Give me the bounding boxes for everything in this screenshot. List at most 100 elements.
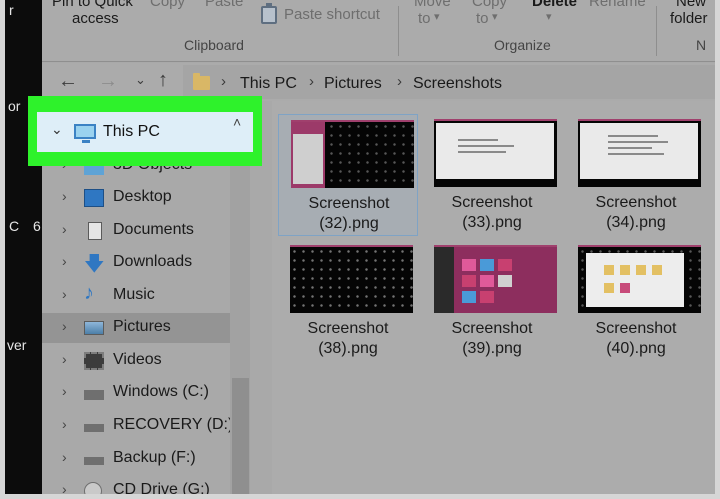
nav-item-pictures[interactable]: › Pictures: [42, 313, 230, 343]
delete-button[interactable]: Delete: [532, 0, 577, 10]
file-list: Screenshot(32).png Screenshot(33).png: [272, 101, 715, 494]
nav-item-videos[interactable]: › Videos: [42, 346, 230, 376]
recent-locations-chevron-icon[interactable]: ⌄: [135, 72, 146, 88]
file-name: Screenshot (39).png: [451, 320, 533, 357]
nav-item-documents[interactable]: › Documents: [42, 216, 230, 246]
copy-to-sublabel: to: [476, 10, 489, 27]
expand-chevron-icon[interactable]: ›: [62, 449, 67, 465]
desktop-background: r or C 6 ver: [5, 0, 46, 494]
breadcrumb-pictures[interactable]: Pictures: [324, 75, 382, 93]
copy-to-dropdown-icon[interactable]: ▾: [492, 10, 498, 23]
nav-item-cd-drive-g[interactable]: › CD Drive (G:): [42, 476, 230, 494]
ribbon: Pin to Quick access Copy Paste Paste sho…: [42, 0, 715, 62]
file-item[interactable]: Screenshot (38).png: [278, 240, 418, 362]
move-to-button[interactable]: Move: [414, 0, 451, 10]
forward-arrow-icon[interactable]: →: [98, 70, 118, 93]
pin-to-quick-access-sublabel: access: [72, 10, 119, 27]
desktop-text-fragment: C: [9, 218, 20, 234]
nav-item-label: CD Drive (G:): [113, 481, 210, 494]
nav-item-label: Pictures: [113, 318, 171, 335]
file-name: Screenshot (33).png: [451, 194, 533, 231]
file-name: Screenshot (38).png: [307, 320, 389, 357]
nav-item-label: Documents: [113, 221, 194, 238]
nav-item-label: Windows (C:): [113, 383, 210, 400]
desktop-text-fragment: r: [9, 2, 14, 18]
nav-item-recovery-d[interactable]: › RECOVERY (D:): [42, 411, 234, 441]
file-name: Screenshot (34).png: [595, 194, 677, 231]
file-item[interactable]: Screenshot (39).png: [422, 240, 562, 362]
navpane-scrollbar-thumb[interactable]: [232, 378, 249, 494]
nav-item-windows-c[interactable]: › Windows (C:): [42, 378, 230, 408]
nav-item-this-pc[interactable]: ⌄ This PC ˄: [37, 112, 253, 152]
copy-button[interactable]: Copy: [150, 0, 185, 10]
up-arrow-icon[interactable]: ↑: [158, 69, 168, 92]
file-item[interactable]: Screenshot (34).png: [566, 114, 706, 236]
thumbnail-image: [434, 245, 557, 313]
drive-icon: [84, 424, 104, 432]
nav-item-music[interactable]: › ♪ Music: [42, 281, 230, 311]
paste-button[interactable]: Paste: [205, 0, 243, 10]
file-item[interactable]: Screenshot (32).png: [278, 114, 418, 236]
expand-chevron-icon[interactable]: ›: [62, 253, 67, 269]
move-to-dropdown-icon[interactable]: ▾: [434, 10, 440, 23]
expand-chevron-icon[interactable]: ›: [62, 318, 67, 334]
breadcrumb-this-pc[interactable]: This PC: [240, 75, 297, 93]
documents-icon: [88, 222, 102, 240]
thumbnail-image: [291, 120, 414, 188]
breadcrumb-separator-icon[interactable]: ›: [221, 73, 226, 90]
file-name: Screenshot (40).png: [595, 320, 677, 357]
file-name: Screenshot (32).png: [308, 195, 390, 232]
clipboard-group-label: Clipboard: [184, 37, 244, 53]
new-group-label: N: [696, 37, 707, 53]
downloads-icon: 🡇: [84, 253, 105, 275]
rename-button[interactable]: Rename: [589, 0, 646, 10]
expand-chevron-icon[interactable]: ›: [62, 188, 67, 204]
desktop-text-fragment: or: [8, 98, 21, 114]
nav-item-downloads[interactable]: › 🡇 Downloads: [42, 248, 230, 278]
nav-item-label: Backup (F:): [113, 449, 196, 466]
new-folder-button[interactable]: New: [676, 0, 706, 10]
expand-chevron-icon[interactable]: ›: [62, 351, 67, 367]
nav-item-desktop[interactable]: › Desktop: [42, 183, 230, 213]
nav-item-label: RECOVERY (D:): [113, 416, 234, 433]
delete-dropdown-icon[interactable]: ▾: [546, 10, 552, 23]
nav-item-label: Desktop: [113, 188, 172, 205]
expand-chevron-icon[interactable]: ›: [62, 286, 67, 302]
videos-icon: [84, 352, 104, 370]
windows-drive-icon: [84, 390, 104, 400]
expand-chevron-icon[interactable]: ›: [62, 481, 67, 494]
expand-chevron-icon[interactable]: ›: [62, 383, 67, 399]
drive-icon: [84, 457, 104, 465]
music-icon: ♪: [84, 282, 94, 304]
move-to-sublabel: to: [418, 10, 431, 27]
computer-icon: [74, 124, 96, 143]
breadcrumb-separator-icon[interactable]: ›: [309, 73, 314, 90]
nav-item-label: Music: [113, 286, 155, 303]
paste-shortcut-button[interactable]: Paste shortcut: [284, 6, 380, 23]
nav-item-label: Videos: [113, 351, 162, 368]
folder-icon: [193, 73, 210, 90]
breadcrumb-screenshots[interactable]: Screenshots: [413, 75, 502, 93]
paste-shortcut-icon: [261, 3, 277, 24]
back-arrow-icon[interactable]: ←: [58, 70, 78, 93]
thumbnail-image: [578, 119, 701, 187]
copy-to-button[interactable]: Copy: [472, 0, 507, 10]
nav-item-backup-f[interactable]: › Backup (F:): [42, 444, 230, 474]
address-bar[interactable]: › This PC › Pictures › Screenshots: [183, 65, 715, 99]
ribbon-separator: [398, 6, 399, 56]
ribbon-separator: [656, 6, 657, 56]
file-explorer-window: Pin to Quick access Copy Paste Paste sho…: [42, 0, 715, 494]
cd-drive-icon: [84, 482, 102, 494]
expand-chevron-icon[interactable]: ›: [62, 416, 67, 432]
file-item[interactable]: Screenshot (40).png: [566, 240, 706, 362]
pin-to-quick-access-button[interactable]: Pin to Quick: [52, 0, 133, 10]
breadcrumb-separator-icon[interactable]: ›: [397, 73, 402, 90]
thumbnail-image: [434, 119, 557, 187]
scroll-up-chevron-icon[interactable]: ˄: [233, 114, 241, 130]
file-item[interactable]: Screenshot (33).png: [422, 114, 562, 236]
organize-group-label: Organize: [494, 37, 551, 53]
collapse-chevron-icon[interactable]: ⌄: [51, 121, 63, 138]
new-folder-sublabel: folder: [670, 10, 708, 27]
nav-item-label: Downloads: [113, 253, 193, 270]
expand-chevron-icon[interactable]: ›: [62, 221, 67, 237]
